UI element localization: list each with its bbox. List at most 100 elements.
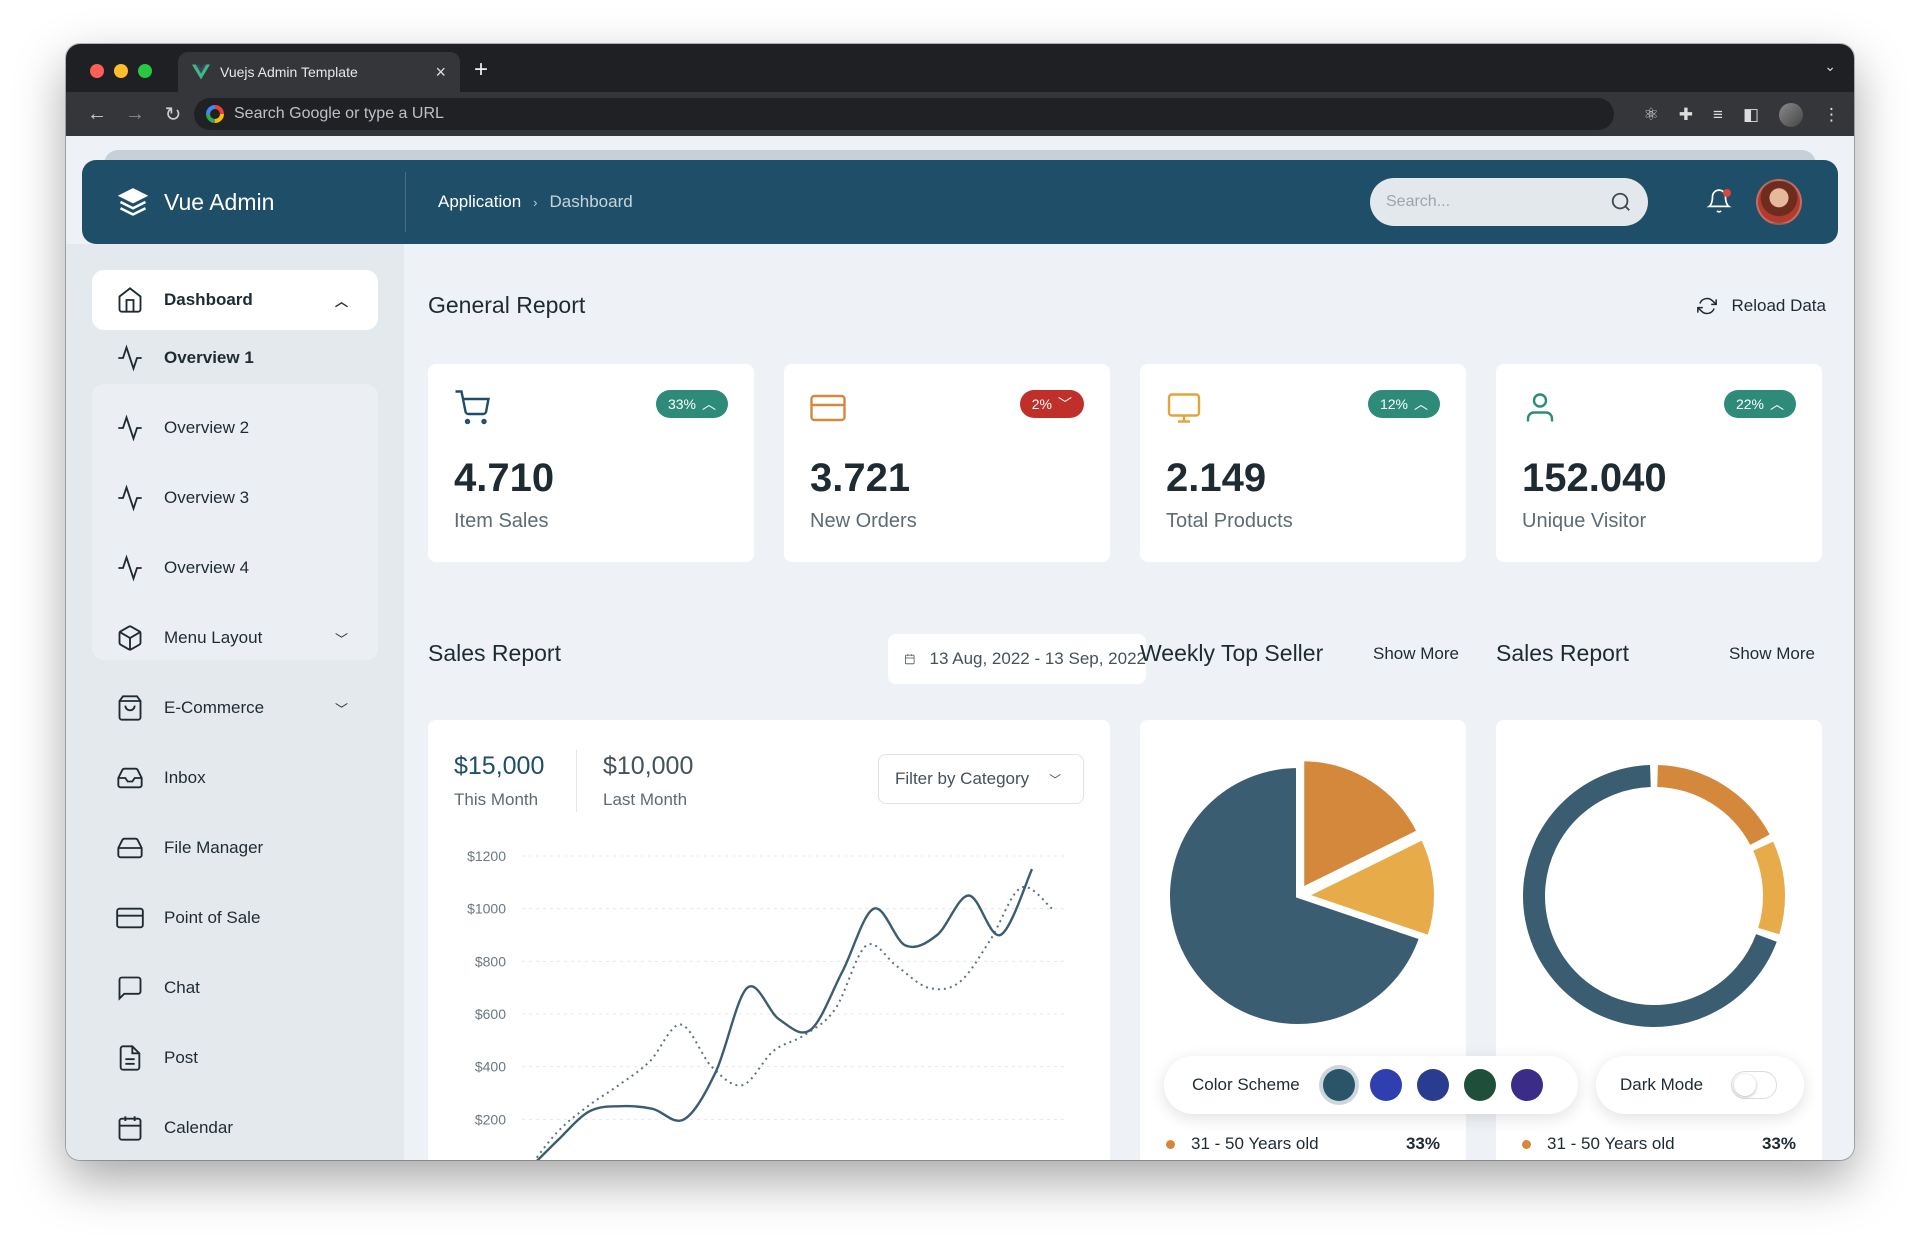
sidebar-item-post[interactable]: Post	[92, 1028, 378, 1088]
sidebar-item-calendar[interactable]: Calendar	[92, 1098, 378, 1158]
sidebar-item-menu-layout[interactable]: Menu Layout ﹀	[92, 608, 378, 668]
window-controls	[90, 64, 152, 78]
chevron-down-icon: ﹀	[334, 701, 348, 717]
sidebar-item-dashboard[interactable]: Dashboard ︿	[92, 270, 378, 330]
activity-icon	[118, 554, 142, 582]
badge-value: 33%	[667, 396, 696, 412]
top-bar: Vue Admin Application › Dashboard	[82, 160, 1838, 244]
google-icon	[206, 105, 224, 123]
this-month-value: $15,000	[454, 752, 545, 780]
breadcrumb-application[interactable]: Application	[438, 192, 521, 212]
sidebar-item-label: Overview 1	[164, 348, 254, 367]
stat-value: 152.040	[1522, 456, 1667, 500]
stat-value: 2.149	[1166, 456, 1267, 500]
brand-name: Vue Admin	[164, 188, 275, 215]
donut-segment	[1656, 765, 1770, 846]
color-swatch[interactable]	[1369, 1069, 1402, 1101]
browser-extensions: ⚛ ✚ ≡ ◧ ⋮	[1644, 103, 1840, 127]
breadcrumb: Application › Dashboard	[438, 192, 633, 212]
minimize-window-button[interactable]	[114, 64, 128, 78]
inbox-icon	[117, 767, 143, 789]
credit-card-icon	[810, 394, 846, 422]
search-input[interactable]	[1386, 193, 1610, 211]
react-devtools-icon[interactable]: ⚛	[1644, 105, 1659, 125]
chevron-up-icon: ︿	[1770, 396, 1784, 412]
sidebar-item-e-commerce[interactable]: E-Commerce ﹀	[92, 678, 378, 738]
sidebar-item-point-of-sale[interactable]: Point of Sale	[92, 888, 378, 948]
reload-button[interactable]: ↻	[154, 102, 192, 127]
new-tab-button[interactable]: +	[474, 56, 488, 84]
sidebar-item-overview-3[interactable]: Overview 3	[92, 468, 378, 528]
tab-close-icon[interactable]: ×	[435, 62, 446, 83]
sidebar-item-label: Calendar	[164, 1118, 233, 1137]
notifications-bell[interactable]	[1706, 188, 1734, 216]
color-swatch[interactable]	[1416, 1069, 1449, 1101]
side-panel-icon[interactable]: ◧	[1743, 105, 1759, 125]
address-bar[interactable]: Search Google or type a URL	[194, 98, 1614, 130]
show-more-link[interactable]: Show More	[1373, 644, 1459, 664]
color-swatch[interactable]	[1322, 1069, 1355, 1101]
stat-card-new-orders: 2% ﹀ 3.721 New Orders	[784, 364, 1110, 574]
color-swatch[interactable]	[1463, 1069, 1496, 1101]
date-range-picker[interactable]: 13 Aug, 2022 - 13 Sep, 2022	[888, 634, 1146, 684]
filter-label: Filter by Category	[895, 769, 1030, 788]
brand[interactable]: Vue Admin	[82, 172, 406, 232]
sidebar-item-label: File Manager	[164, 838, 264, 857]
browser-tab[interactable]: Vuejs Admin Template ×	[178, 52, 460, 92]
profile-avatar[interactable]	[1779, 103, 1803, 127]
search-box	[1370, 178, 1648, 226]
chevron-right-icon: ›	[533, 194, 538, 210]
sidebar-item-label: Point of Sale	[164, 908, 261, 927]
stat-card-item-sales: 33% ︿ 4.710 Item Sales	[428, 364, 754, 574]
sidebar-item-overview-4[interactable]: Overview 4	[92, 538, 378, 598]
message-square-icon	[118, 976, 142, 1001]
sidebar-item-label: Inbox	[164, 768, 206, 787]
filter-by-category-dropdown[interactable]: Filter by Category ﹀	[878, 754, 1084, 804]
forward-button[interactable]: →	[116, 103, 154, 126]
stat-value: 4.710	[454, 456, 555, 500]
trend-badge: 22% ︿	[1723, 390, 1796, 418]
dark-mode-label: Dark Mode	[1620, 1075, 1704, 1094]
reading-list-icon[interactable]: ≡	[1713, 105, 1723, 125]
trend-badge: 12% ︿	[1367, 390, 1440, 418]
maximize-window-button[interactable]	[138, 64, 152, 78]
browser-toolbar: ← → ↻ Search Google or type a URL ⚛ ✚ ≡ …	[66, 92, 1854, 136]
calendar-icon	[905, 654, 915, 665]
chevron-down-icon: ﹀	[334, 631, 348, 647]
credit-card-icon	[116, 907, 144, 929]
user-avatar[interactable]	[1756, 179, 1802, 225]
color-swatch[interactable]	[1510, 1069, 1543, 1101]
chevron-down-icon: ﹀	[1058, 396, 1072, 412]
browser-menu-icon[interactable]: ⋮	[1823, 105, 1840, 125]
legend-dot	[1166, 1139, 1175, 1149]
show-more-link[interactable]: Show More	[1729, 644, 1815, 664]
close-window-button[interactable]	[90, 64, 104, 78]
search-icon[interactable]	[1610, 191, 1632, 213]
dark-mode-toggle[interactable]	[1731, 1071, 1778, 1099]
stat-label: Unique Visitor	[1522, 510, 1647, 532]
activity-icon	[118, 414, 142, 442]
notification-dot	[1723, 189, 1731, 197]
sidebar-item-chat[interactable]: Chat	[92, 958, 378, 1018]
home-icon	[118, 287, 142, 313]
calendar-icon	[118, 1116, 142, 1141]
pie-chart	[1166, 757, 1438, 1028]
stat-label: Total Products	[1166, 510, 1293, 532]
date-range-value: 13 Aug, 2022 - 13 Sep, 2022	[929, 649, 1146, 668]
chevron-up-icon: ︿	[1414, 396, 1428, 412]
sales-report-2-title: Sales Report	[1496, 640, 1629, 666]
sidebar-item-overview-1[interactable]: Overview 1	[92, 328, 378, 388]
color-scheme-label: Color Scheme	[1192, 1075, 1300, 1094]
reload-data-button[interactable]: Reload Data	[1697, 296, 1826, 316]
sidebar-item-label: Menu Layout	[164, 628, 263, 647]
color-scheme-switcher: Color Scheme	[1164, 1056, 1578, 1114]
refresh-icon	[1697, 297, 1718, 315]
extensions-puzzle-icon[interactable]: ✚	[1679, 105, 1693, 125]
tab-search-chevron-icon[interactable]: ⌄	[1824, 58, 1836, 75]
tab-title: Vuejs Admin Template	[220, 64, 358, 80]
sidebar-item-inbox[interactable]: Inbox	[92, 748, 378, 808]
back-button[interactable]: ←	[78, 103, 116, 126]
sidebar-item-file-manager[interactable]: File Manager	[92, 818, 378, 878]
y-tick-label: $200	[475, 1111, 506, 1127]
sidebar-item-overview-2[interactable]: Overview 2	[92, 398, 378, 458]
